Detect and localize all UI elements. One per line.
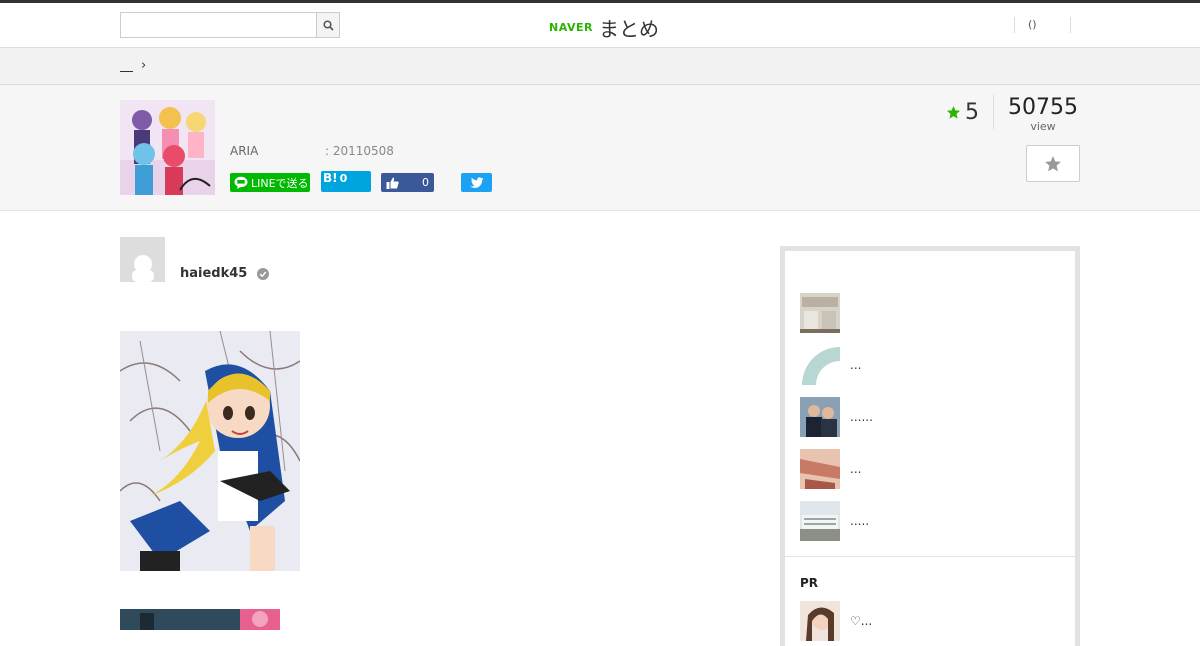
sidebar-thumb [800,397,840,437]
default-avatar-icon [131,255,154,282]
sidebar-item[interactable]: ...... [800,397,1060,437]
sidebar-item[interactable]: ... [800,449,1060,489]
content-image-second[interactable] [120,609,280,630]
line-share-button[interactable]: LINEで送る [230,173,310,192]
search-button[interactable] [316,12,340,38]
sidebar-thumb [800,501,840,541]
pr-item-title: ♡... [850,614,873,628]
star-icon [1045,155,1061,171]
view-count: 50755 [1008,95,1078,120]
hatena-icon: B! [323,171,338,185]
updated-date: : 20110508 [325,144,394,158]
author-block: haiedk45 [120,237,270,282]
author-name[interactable]: haiedk45 [180,266,247,281]
site-header: NAVER まとめ () [0,3,1200,48]
author-avatar[interactable] [120,237,165,282]
search-icon [322,19,334,31]
verified-check-icon [257,267,270,280]
favorite-score: 5 [946,95,994,129]
author-name-row: haiedk45 [180,266,270,281]
sidebar-item-title: ..... [850,514,870,528]
sidebar-thumb [800,345,840,385]
breadcrumb-separator: › [141,58,147,73]
sidebar-thumb [800,293,840,333]
matome-thumbnail[interactable] [120,100,215,195]
sidebar-divider [785,556,1075,557]
view-counter: 50755 view [994,95,1078,133]
pr-thumb [800,601,840,641]
sidebar-item-title: ... [850,358,862,372]
header-user-link[interactable]: () [1014,17,1071,33]
breadcrumb-item-home[interactable] [120,60,133,72]
sidebar-item[interactable] [800,293,1060,333]
view-label: view [1030,120,1056,133]
curator-short-name[interactable]: ARIA [230,144,258,158]
matome-stats: 5 50755 view [946,95,1078,133]
matome-info-bar: ARIA : 20110508 LINEで送る B! 0 0 5 50755 v… [0,85,1200,211]
facebook-like-count: 0 [422,176,429,189]
naver-matome-logo[interactable]: NAVER まとめ [549,13,659,42]
breadcrumb: › [120,58,146,73]
twitter-share-button[interactable] [461,173,492,192]
hatena-count: 0 [339,172,348,185]
search-form [120,12,340,38]
sidebar-item[interactable]: ..... [800,501,1060,541]
sidebar-thumb [800,449,840,489]
logo-matome-text: まとめ [598,17,659,41]
hatena-bookmark-button[interactable]: B! 0 [321,171,371,192]
sidebar-item-title: ...... [850,410,873,424]
matome-meta: ARIA : 20110508 [230,144,394,158]
thumbs-up-icon [386,177,399,189]
breadcrumb-bar: › [0,48,1200,85]
logo-naver-text: NAVER [549,21,593,34]
line-icon [234,176,248,189]
facebook-like-button[interactable]: 0 [381,173,434,192]
favorite-count: 5 [965,99,979,125]
sidebar-item-title: ... [850,462,862,476]
star-icon [946,105,961,119]
sidebar-item[interactable]: ... [800,345,1060,385]
pr-item[interactable]: ♡... [800,601,1060,641]
related-matome-sidebar: ... ...... ... ..... PR ♡... [780,246,1080,646]
search-input[interactable] [120,12,316,38]
twitter-bird-icon [469,176,483,188]
pr-section-label: PR [800,576,819,590]
content-image-cosplay[interactable] [120,331,300,571]
add-favorite-button[interactable] [1026,145,1080,182]
line-share-label: LINEで送る [251,176,309,190]
